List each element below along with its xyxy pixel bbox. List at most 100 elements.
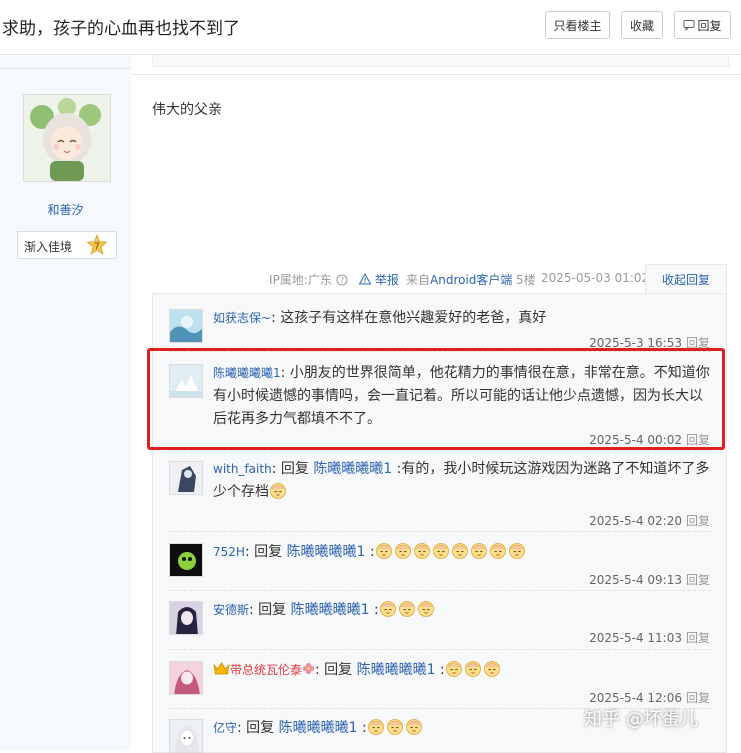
reply-time: 2025-5-4 09:13 <box>589 573 682 587</box>
reply-meta: 2025-5-4 11:03 回复 <box>589 629 710 646</box>
favorite-button[interactable]: 收藏 <box>621 11 663 39</box>
svg-text:?: ? <box>340 276 344 285</box>
reply-time: 2025-5-4 11:03 <box>589 631 682 645</box>
reply-avatar[interactable] <box>169 461 203 495</box>
crown-icon <box>213 662 230 675</box>
previous-reply-box <box>152 55 729 67</box>
emoji-group <box>375 543 527 560</box>
reply-item: 带总统瓦伦泰 : 回复 陈曦曦曦曦1 : 2025-5-4 12:06 回复 <box>153 649 726 708</box>
post-content: 伟大的父亲 <box>152 102 222 118</box>
reply-body: : <box>357 720 367 736</box>
emoji-face-icon <box>394 543 411 559</box>
emoji-face-icon <box>375 543 392 559</box>
reply-action[interactable]: 回复 <box>686 514 710 528</box>
reply-item: with_faith: 回复 陈曦曦曦曦1 :有的，我小时候玩这游戏因为迷路了不… <box>153 450 726 531</box>
level-badge-label: 渐入佳境 <box>24 240 73 254</box>
reply-button[interactable]: 回复 <box>674 11 731 39</box>
emoji-group <box>269 483 288 500</box>
level-badge[interactable]: 渐入佳境 7 <box>17 231 117 259</box>
help-circle-icon[interactable]: ? <box>336 274 348 286</box>
emoji-face-icon <box>451 543 468 559</box>
post-floor: 5楼 <box>516 273 536 287</box>
reply-author[interactable]: with_faith <box>213 462 272 476</box>
reply-target-link[interactable]: 陈曦曦曦曦1 <box>357 662 436 678</box>
reply-author[interactable]: 如获志保~ <box>213 311 271 325</box>
reply-body: : <box>369 602 379 618</box>
reply-avatar[interactable] <box>169 719 203 753</box>
reply-word: 回复 <box>276 461 314 477</box>
reply-action[interactable]: 回复 <box>686 631 710 645</box>
emoji-face-icon <box>470 543 487 559</box>
level-star-icon: 7 <box>86 234 108 255</box>
warning-triangle-icon <box>358 272 372 285</box>
report-label: 举报 <box>374 273 399 287</box>
emoji-group <box>367 719 424 736</box>
highlight-box <box>147 348 725 450</box>
reply-time: 2025-5-4 12:06 <box>589 691 682 705</box>
reply-avatar[interactable] <box>169 661 203 695</box>
reply-avatar[interactable] <box>169 309 203 343</box>
reply-author[interactable]: 亿守 <box>213 721 237 735</box>
author-column-divider <box>0 68 131 69</box>
collapse-replies-button[interactable]: 收起回复 <box>645 264 727 294</box>
reply-target-link[interactable]: 陈曦曦曦曦1 <box>291 602 370 618</box>
reply-action[interactable]: 回复 <box>686 573 710 587</box>
reply-author[interactable]: 752H <box>213 545 245 559</box>
post-source: 来自Android客户端 <box>406 271 512 288</box>
reply-item: 安德斯: 回复 陈曦曦曦曦1 : 2025-5-4 11:03 回复 <box>153 590 726 649</box>
floor-divider <box>131 74 741 75</box>
watermark: 知乎 @坏蛋儿 <box>584 709 698 730</box>
reply-author[interactable]: 安德斯 <box>213 603 249 617</box>
report-link[interactable]: 举报 <box>358 271 399 288</box>
reply-time: 2025-5-4 02:20 <box>589 514 682 528</box>
reply-text: 带总统瓦伦泰 : 回复 陈曦曦曦曦1 : <box>213 659 711 682</box>
reply-word: 回复 <box>319 662 357 678</box>
source-client-link[interactable]: Android客户端 <box>430 273 512 287</box>
emoji-face-icon <box>464 661 481 677</box>
reply-word: 回复 <box>253 602 291 618</box>
reply-target-link[interactable]: 陈曦曦曦曦1 <box>313 461 392 477</box>
thread-header: 求助，孩子的心血再也找不到了 只看楼主 收藏 回复 <box>0 0 741 55</box>
reply-text: 如获志保~: 这孩子有这样在意他兴趣爱好的老爸，真好 <box>213 307 711 330</box>
emoji-face-icon <box>405 719 422 735</box>
reply-body: : <box>435 662 445 678</box>
level-number: 7 <box>94 242 100 252</box>
emoji-face-icon <box>270 483 286 499</box>
reply-target-link[interactable]: 陈曦曦曦曦1 <box>279 720 358 736</box>
author-avatar[interactable] <box>23 94 111 182</box>
reply-meta: 2025-5-4 02:20 回复 <box>589 512 710 529</box>
emoji-face-icon <box>445 661 462 677</box>
reply-word: 回复 <box>249 544 287 560</box>
thread-title: 求助，孩子的心血再也找不到了 <box>2 19 240 39</box>
author-name[interactable]: 和善汐 <box>0 201 131 218</box>
emoji-face-icon <box>379 601 396 617</box>
post-ip-label: IP属地:广东 <box>269 273 332 287</box>
reply-word: 回复 <box>241 720 279 736</box>
reply-author[interactable]: 带总统瓦伦泰 <box>230 663 302 677</box>
emoji-face-icon <box>432 543 449 559</box>
reply-avatar[interactable] <box>169 601 203 635</box>
emoji-group <box>379 601 436 618</box>
emoji-face-icon <box>483 661 500 677</box>
reply-meta: 2025-5-4 09:13 回复 <box>589 571 710 588</box>
reply-body: 这孩子有这样在意他兴趣爱好的老爸，真好 <box>275 310 547 326</box>
reply-button-label: 回复 <box>697 19 722 33</box>
reply-target-link[interactable]: 陈曦曦曦曦1 <box>287 544 366 560</box>
reply-text: 752H: 回复 陈曦曦曦曦1 : <box>213 541 711 564</box>
comment-icon <box>683 20 695 32</box>
reply-item: 752H: 回复 陈曦曦曦曦1 : 2025-5-4 09:13 回复 <box>153 531 726 590</box>
reply-meta: 2025-5-4 12:06 回复 <box>589 689 710 706</box>
emoji-face-icon <box>398 601 415 617</box>
reply-body: : <box>365 544 375 560</box>
post-datetime: 2025-05-03 01:02 <box>541 271 650 285</box>
reply-avatar[interactable] <box>169 543 203 577</box>
emoji-face-icon <box>367 719 384 735</box>
emoji-face-icon <box>413 543 430 559</box>
reply-action[interactable]: 回复 <box>686 691 710 705</box>
only-op-button[interactable]: 只看楼主 <box>545 11 610 39</box>
emoji-face-icon <box>489 543 506 559</box>
post-ip: IP属地:广东 ? <box>269 271 348 288</box>
emoji-face-icon <box>386 719 403 735</box>
reply-text: 安德斯: 回复 陈曦曦曦曦1 : <box>213 599 711 622</box>
reply-item: 如获志保~: 这孩子有这样在意他兴趣爱好的老爸，真好 2025-5-3 16:5… <box>153 294 726 351</box>
